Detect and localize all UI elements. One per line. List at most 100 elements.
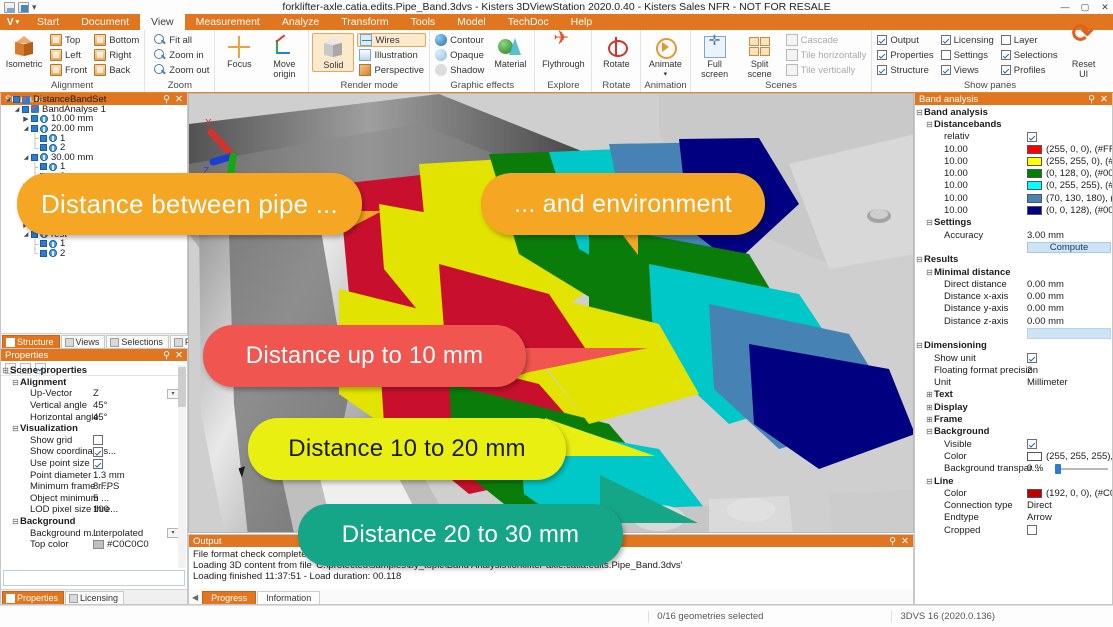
cascade-button[interactable]: Cascade xyxy=(784,33,869,47)
close-icon[interactable]: ✕ xyxy=(175,350,183,361)
output-pane-buttons[interactable]: ⚲ ✕ xyxy=(889,536,909,547)
visibility-toggle-icon[interactable] xyxy=(22,105,29,113)
property-row[interactable]: LOD pixel size thre... 100 xyxy=(1,504,187,516)
move-origin-button[interactable]: Move origin xyxy=(263,33,305,79)
tile-horizontally-button[interactable]: Tile horizontally xyxy=(784,48,869,62)
tree-node[interactable]: 1 xyxy=(3,161,187,172)
full-screen-button[interactable]: Full screen xyxy=(694,33,736,79)
band-analysis-row[interactable]: 10.00 (0, 0, 128), (#000080) xyxy=(915,204,1112,216)
tab-transform[interactable]: Transform xyxy=(330,14,399,30)
property-row[interactable]: Show grid xyxy=(1,435,187,447)
properties-scrollbar-thumb[interactable] xyxy=(178,367,186,407)
collapse-icon[interactable] xyxy=(925,218,934,227)
collapse-icon[interactable] xyxy=(11,378,20,387)
band-analysis-buttons[interactable]: ⚲ ✕ xyxy=(1088,94,1108,105)
slider-knob[interactable] xyxy=(1055,463,1061,474)
tree-node[interactable]: 1 xyxy=(3,133,187,144)
tree-node[interactable]: 30.00 mm xyxy=(3,152,187,163)
opaque-button[interactable]: Opaque xyxy=(433,48,486,62)
pin-icon[interactable]: ⚲ xyxy=(1088,94,1095,105)
color-swatch[interactable] xyxy=(1027,451,1042,461)
material-button[interactable]: Material xyxy=(489,33,531,70)
property-row[interactable]: Show coordinate s... xyxy=(1,446,187,458)
view-left-button[interactable]: Left xyxy=(48,48,89,62)
band-analysis-row[interactable]: 10.00 (255, 0, 0), (#FF0000) xyxy=(915,143,1112,155)
reset-ui-button[interactable]: Reset UI xyxy=(1063,29,1105,79)
properties-pane-buttons[interactable]: ⚲ ✕ xyxy=(163,350,183,361)
zoom-in-button[interactable]: Zoom in xyxy=(152,48,211,62)
tab-views[interactable]: Views xyxy=(60,335,106,348)
properties-scrollbar[interactable] xyxy=(178,365,186,568)
compute-button[interactable]: Compute xyxy=(1027,241,1111,253)
tree-node[interactable]: 1 xyxy=(3,238,187,249)
solid-button[interactable]: Solid xyxy=(312,33,355,72)
color-swatch[interactable] xyxy=(1027,181,1042,191)
band-analysis-row[interactable]: Settings xyxy=(915,217,1112,229)
fit-all-button[interactable]: Fit all xyxy=(152,33,211,47)
band-analysis-rows[interactable]: Band analysisDistancebandsrelativ10.00(2… xyxy=(915,106,1112,604)
property-row[interactable]: Alignment xyxy=(1,377,187,389)
arrowdown-icon[interactable] xyxy=(21,154,31,161)
checkbox-icon[interactable] xyxy=(93,435,103,446)
band-analysis-row[interactable]: Distance x-axis 0.00 mm xyxy=(915,290,1112,302)
zoom-out-button[interactable]: Zoom out xyxy=(152,63,211,77)
band-analysis-row[interactable]: Color (255, 255, 255), (#FF xyxy=(915,450,1112,462)
arrowdown-icon[interactable] xyxy=(21,125,31,132)
tree-node[interactable]: 10.00 mm xyxy=(3,113,187,124)
perspective-button[interactable]: Perspective xyxy=(357,63,426,77)
tab-scroll-left-icon[interactable]: ◀ xyxy=(192,593,198,602)
tree-node[interactable]: 2 xyxy=(3,248,187,259)
window-controls[interactable]: — ▢ ✕ xyxy=(1059,0,1111,14)
collapse-icon[interactable] xyxy=(925,427,934,436)
expand-icon[interactable] xyxy=(925,403,934,412)
checkbox-icon[interactable] xyxy=(1027,439,1037,450)
tab-document[interactable]: Document xyxy=(70,14,140,30)
animate-button[interactable]: Animate ▾ xyxy=(644,33,686,79)
band-analysis-row[interactable]: 10.00 (0, 255, 255), (#00FF xyxy=(915,180,1112,192)
color-swatch[interactable] xyxy=(1027,169,1042,179)
band-analysis-row[interactable]: Text xyxy=(915,389,1112,401)
expand-icon[interactable] xyxy=(925,390,934,399)
show-structure-checkbox[interactable]: Structure xyxy=(875,63,935,77)
arrow-icon[interactable] xyxy=(21,115,31,123)
properties-tab-strip[interactable]: Properties Licensing xyxy=(1,589,187,604)
rotate-button[interactable]: Rotate xyxy=(595,33,637,70)
view-back-button[interactable]: Back xyxy=(92,63,141,77)
collapse-icon[interactable] xyxy=(1,366,10,375)
wires-button[interactable]: Wires xyxy=(357,33,427,47)
collapse-icon[interactable] xyxy=(925,477,934,486)
visibility-toggle-icon[interactable] xyxy=(31,125,38,133)
checkbox-icon[interactable] xyxy=(93,446,103,457)
tab-licensing[interactable]: Licensing xyxy=(65,591,125,604)
show-profiles-checkbox[interactable]: Profiles xyxy=(999,63,1060,77)
collapse-icon[interactable] xyxy=(925,268,934,277)
tab-analyze[interactable]: Analyze xyxy=(271,14,330,30)
arrowdown-icon[interactable] xyxy=(21,231,31,238)
tree-node[interactable]: 20.00 mm xyxy=(3,123,187,134)
property-row[interactable]: Horizontal angle 45° xyxy=(1,411,187,423)
arrowdown-icon[interactable] xyxy=(3,96,13,103)
close-icon[interactable]: ✕ xyxy=(901,536,909,547)
output-tab-strip[interactable]: ◀ Progress Information xyxy=(189,589,913,604)
tab-techdoc[interactable]: TechDoc xyxy=(497,14,560,30)
property-row[interactable]: Scene properties xyxy=(1,365,187,377)
visibility-toggle-icon[interactable] xyxy=(40,249,47,257)
property-row[interactable]: Vertical angle 45° xyxy=(1,400,187,412)
band-analysis-row[interactable]: Distance y-axis 0.00 mm xyxy=(915,303,1112,315)
focus-button[interactable]: Focus xyxy=(218,33,260,70)
tab-progress[interactable]: Progress xyxy=(202,591,257,604)
checkbox-icon[interactable] xyxy=(1027,131,1037,142)
band-analysis-row[interactable]: Band analysis xyxy=(915,106,1112,118)
band-analysis-row[interactable]: Connection type Direct xyxy=(915,500,1112,512)
view-top-button[interactable]: Top xyxy=(48,33,89,47)
shadow-button[interactable]: Shadow xyxy=(433,63,486,77)
tab-view[interactable]: View xyxy=(140,14,185,30)
view-right-button[interactable]: Right xyxy=(92,48,141,62)
illustration-button[interactable]: Illustration xyxy=(357,48,426,62)
collapse-icon[interactable] xyxy=(915,108,924,117)
band-analysis-row[interactable]: Direct distance 0.00 mm xyxy=(915,278,1112,290)
structure-tab-strip[interactable]: Structure Views Selections Profiles xyxy=(1,333,221,348)
expand-icon[interactable] xyxy=(925,415,934,424)
view-front-button[interactable]: Front xyxy=(48,63,89,77)
band-analysis-row[interactable]: Color (192, 0, 0), (#C00000 xyxy=(915,487,1112,499)
